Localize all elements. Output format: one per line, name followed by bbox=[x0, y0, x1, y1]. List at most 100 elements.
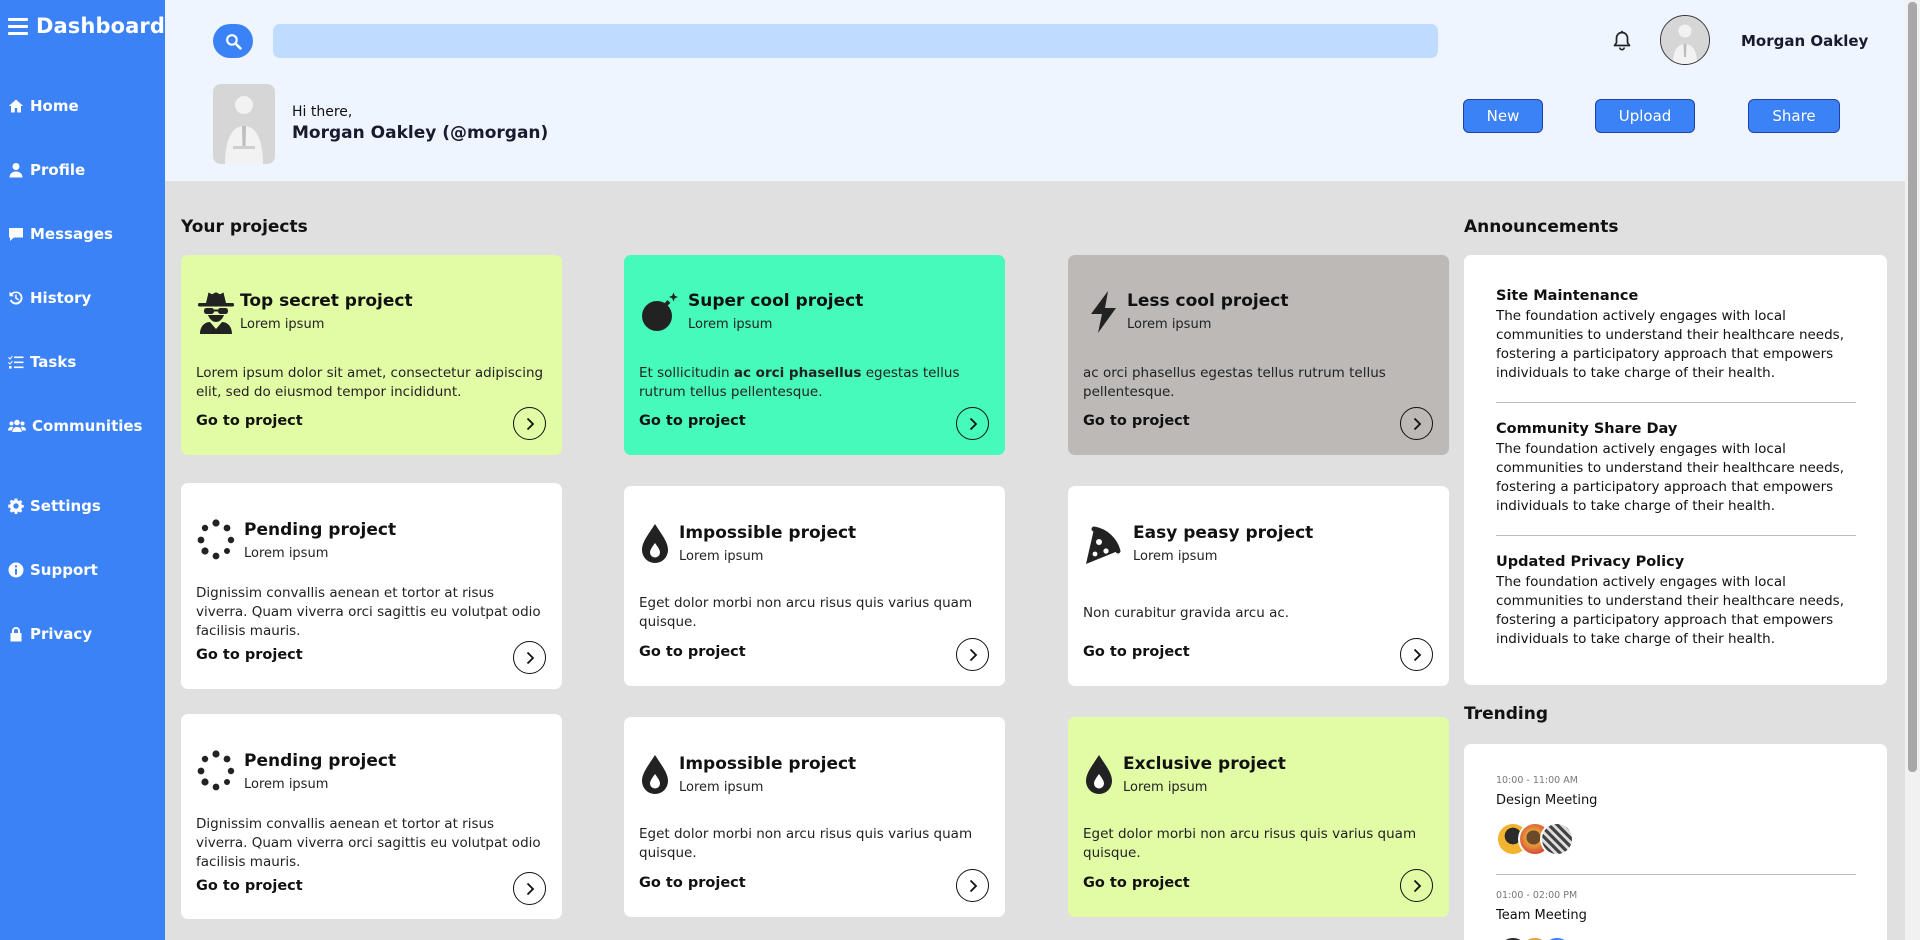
trending-name[interactable]: Team Meeting bbox=[1496, 908, 1587, 923]
arrow-right-icon[interactable] bbox=[1400, 407, 1433, 440]
project-description: Eget dolor morbi non arcu risus quis var… bbox=[639, 826, 973, 861]
divider bbox=[1496, 402, 1856, 403]
user-icon bbox=[9, 163, 23, 178]
attendee-avatars bbox=[1496, 936, 1574, 940]
go-to-project-link[interactable]: Go to project bbox=[639, 413, 746, 429]
avatar bbox=[1540, 822, 1574, 856]
project-name: Exclusive project bbox=[1123, 754, 1286, 774]
sidebar-item-home[interactable]: Home bbox=[8, 97, 79, 115]
sidebar-item-label: Home bbox=[30, 97, 79, 115]
sidebar-item-profile[interactable]: Profile bbox=[8, 161, 85, 179]
upload-button[interactable]: Upload bbox=[1595, 99, 1695, 133]
spy-icon bbox=[198, 292, 234, 334]
go-to-project-link[interactable]: Go to project bbox=[1083, 413, 1190, 429]
sidebar-item-settings[interactable]: Settings bbox=[8, 497, 101, 515]
trending-time: 10:00 - 11:00 AM bbox=[1496, 775, 1578, 786]
sidebar-item-label: Tasks bbox=[30, 353, 77, 371]
arrow-right-icon[interactable] bbox=[1400, 638, 1433, 671]
header: Morgan Oakley Hi there, Morgan Oakley (@… bbox=[165, 0, 1905, 181]
announcements-title: Announcements bbox=[1464, 217, 1619, 237]
sidebar-item-support[interactable]: Support bbox=[8, 561, 98, 579]
announcement-item[interactable]: Updated Privacy Policy The foundation ac… bbox=[1496, 554, 1856, 649]
user-name[interactable]: Morgan Oakley bbox=[1741, 32, 1868, 50]
history-icon bbox=[9, 291, 23, 305]
project-name: Top secret project bbox=[240, 291, 413, 311]
sidebar-item-messages[interactable]: Messages bbox=[8, 225, 113, 243]
project-subtitle: Lorem ipsum bbox=[1133, 549, 1218, 564]
sidebar-item-history[interactable]: History bbox=[8, 289, 91, 307]
drop-icon bbox=[1086, 755, 1112, 794]
sidebar-item-tasks[interactable]: Tasks bbox=[8, 353, 76, 371]
home-icon bbox=[8, 99, 24, 113]
go-to-project-link[interactable]: Go to project bbox=[196, 413, 303, 429]
announcement-description: The foundation actively engages with loc… bbox=[1496, 441, 1845, 514]
sidebar-item-privacy[interactable]: Privacy bbox=[8, 625, 92, 643]
arrow-right-icon[interactable] bbox=[956, 869, 989, 902]
project-card[interactable]: Pending project Lorem ipsum Dignissim co… bbox=[181, 483, 562, 689]
project-description: Et sollicitudin ac orci phasellus egesta… bbox=[639, 365, 960, 400]
greeting: Hi there, bbox=[292, 104, 353, 120]
sidebar-item-communities[interactable]: Communities bbox=[8, 417, 143, 435]
scrollbar[interactable] bbox=[1905, 0, 1920, 940]
project-card[interactable]: Impossible project Lorem ipsum Eget dolo… bbox=[624, 486, 1005, 686]
scrollbar-thumb[interactable] bbox=[1908, 2, 1917, 772]
project-subtitle: Lorem ipsum bbox=[240, 317, 325, 332]
menu-icon[interactable] bbox=[8, 17, 28, 35]
project-description: Dignissim convallis aenean et tortor at … bbox=[196, 816, 541, 870]
bell-icon[interactable] bbox=[1612, 30, 1632, 52]
avatar[interactable] bbox=[1660, 15, 1710, 65]
project-name: Less cool project bbox=[1127, 291, 1289, 311]
new-button[interactable]: New bbox=[1463, 99, 1543, 133]
arrow-right-icon[interactable] bbox=[513, 872, 546, 905]
project-subtitle: Lorem ipsum bbox=[688, 317, 773, 332]
go-to-project-link[interactable]: Go to project bbox=[196, 647, 303, 663]
pizza-icon bbox=[1086, 526, 1121, 564]
project-subtitle: Lorem ipsum bbox=[679, 549, 764, 564]
project-name: Pending project bbox=[244, 751, 397, 771]
arrow-right-icon[interactable] bbox=[1400, 869, 1433, 902]
arrow-right-icon[interactable] bbox=[513, 641, 546, 674]
project-card[interactable]: Pending project Lorem ipsum Dignissim co… bbox=[181, 714, 562, 919]
arrow-right-icon[interactable] bbox=[513, 407, 546, 440]
projects-title: Your projects bbox=[181, 217, 308, 237]
profile-avatar bbox=[213, 84, 275, 164]
announcement-title: Community Share Day bbox=[1496, 421, 1678, 437]
arrow-right-icon[interactable] bbox=[956, 638, 989, 671]
search-icon bbox=[225, 33, 242, 50]
arrow-right-icon[interactable] bbox=[956, 407, 989, 440]
sidebar-brand[interactable]: Dashboard bbox=[8, 14, 165, 38]
spinner-icon bbox=[197, 750, 235, 791]
project-subtitle: Lorem ipsum bbox=[1123, 780, 1208, 795]
sidebar-item-label: Communities bbox=[32, 417, 143, 435]
announcement-item[interactable]: Site Maintenance The foundation actively… bbox=[1496, 288, 1856, 383]
announcement-item[interactable]: Community Share Day The foundation activ… bbox=[1496, 421, 1856, 516]
divider bbox=[1496, 535, 1856, 536]
project-card[interactable]: Less cool project Lorem ipsum ac orci ph… bbox=[1068, 255, 1449, 455]
project-card[interactable]: Easy peasy project Lorem ipsum Non curab… bbox=[1068, 486, 1449, 686]
go-to-project-link[interactable]: Go to project bbox=[639, 644, 746, 660]
search-input[interactable] bbox=[273, 24, 1438, 58]
go-to-project-link[interactable]: Go to project bbox=[1083, 875, 1190, 891]
go-to-project-link[interactable]: Go to project bbox=[639, 875, 746, 891]
spinner-icon bbox=[197, 519, 235, 560]
users-icon bbox=[8, 419, 26, 432]
project-description: Lorem ipsum dolor sit amet, consectetur … bbox=[196, 365, 544, 400]
sidebar: Dashboard Home Profile Messages History … bbox=[0, 0, 165, 940]
project-card[interactable]: Top secret project Lorem ipsum Lorem ips… bbox=[181, 255, 562, 455]
search-button[interactable] bbox=[213, 24, 253, 58]
project-description: Eget dolor morbi non arcu risus quis var… bbox=[1083, 826, 1417, 861]
project-subtitle: Lorem ipsum bbox=[1127, 317, 1212, 332]
sidebar-item-label: Privacy bbox=[30, 625, 93, 643]
project-card[interactable]: Exclusive project Lorem ipsum Eget dolor… bbox=[1068, 717, 1449, 917]
share-button[interactable]: Share bbox=[1748, 99, 1840, 133]
lock-icon bbox=[10, 627, 22, 642]
project-card[interactable]: Impossible project Lorem ipsum Eget dolo… bbox=[624, 717, 1005, 917]
announcements-panel: Site Maintenance The foundation actively… bbox=[1464, 255, 1887, 685]
go-to-project-link[interactable]: Go to project bbox=[196, 878, 303, 894]
project-card[interactable]: Super cool project Lorem ipsum Et sollic… bbox=[624, 255, 1005, 455]
trending-name[interactable]: Design Meeting bbox=[1496, 793, 1597, 808]
project-name: Impossible project bbox=[679, 523, 857, 543]
sidebar-item-label: Support bbox=[30, 561, 98, 579]
tasks-icon bbox=[8, 355, 24, 369]
go-to-project-link[interactable]: Go to project bbox=[1083, 644, 1190, 660]
